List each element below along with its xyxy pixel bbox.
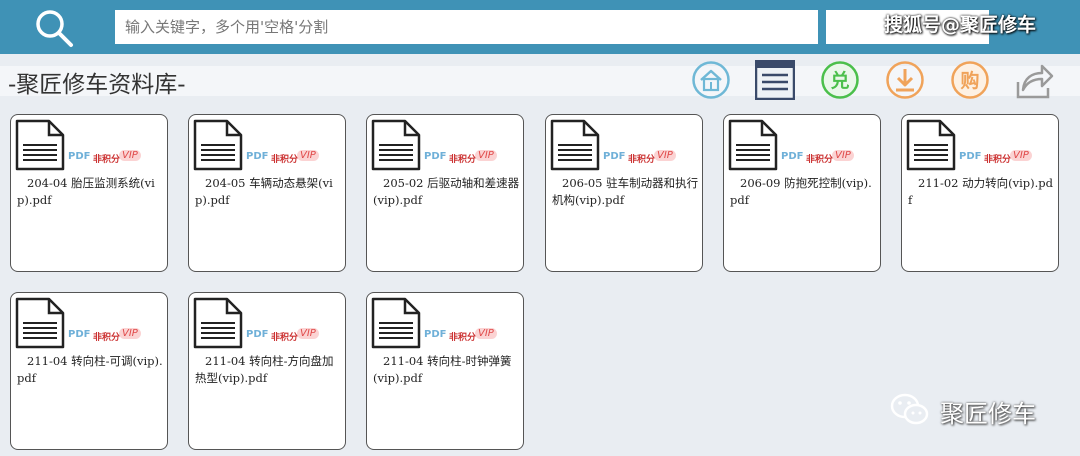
file-name: 211-04 转向柱-方向盘加热型(vip).pdf [195, 354, 334, 385]
no-points-badge: 非积分 [271, 155, 299, 165]
menu-icon[interactable] [755, 60, 795, 100]
pdf-badge: PDF [781, 151, 804, 162]
vip-badge: VIP [832, 150, 854, 161]
file-name: 204-04 胎压监测系统(vip).pdf [17, 176, 155, 207]
file-name: 211-04 转向柱-时钟弹簧(vip).pdf [373, 354, 512, 385]
watermark-bottom: 聚匠修车 [940, 400, 1036, 428]
document-icon [906, 119, 956, 171]
pdf-badge: PDF [68, 151, 91, 162]
pdf-badge: PDF [959, 151, 982, 162]
vip-badge: VIP [475, 150, 497, 161]
watermark-top: 搜狐号@聚匠修车 [884, 14, 1037, 36]
download-icon[interactable] [885, 60, 925, 100]
search-input[interactable] [115, 10, 818, 44]
vip-badge: VIP [297, 328, 319, 339]
file-card[interactable]: PDF 非积分 VIP 206-09 防抱死控制(vip).pdf [723, 114, 881, 272]
no-points-badge: 非积分 [93, 155, 121, 165]
pdf-badge: PDF [603, 151, 626, 162]
file-card[interactable]: PDF 非积分 VIP 211-04 转向柱-方向盘加热型(vip).pdf [188, 292, 346, 450]
buy-label: 购 [960, 69, 979, 92]
home-icon[interactable] [691, 60, 731, 100]
pdf-badge: PDF [246, 329, 269, 340]
vip-badge: VIP [475, 328, 497, 339]
share-icon[interactable] [1014, 60, 1054, 100]
document-icon [728, 119, 778, 171]
file-name: 204-05 车辆动态悬架(vip).pdf [195, 176, 333, 207]
file-card[interactable]: PDF 非积分 VIP 211-04 转向柱-可调(vip).pdf [10, 292, 168, 450]
no-points-badge: 非积分 [449, 155, 477, 165]
document-icon [193, 297, 243, 349]
document-icon [15, 119, 65, 171]
exchange-icon[interactable]: 兑 [820, 60, 860, 100]
pdf-badge: PDF [424, 329, 447, 340]
pdf-badge: PDF [68, 329, 91, 340]
no-points-badge: 非积分 [271, 333, 299, 343]
file-card[interactable]: PDF 非积分 VIP 204-04 胎压监测系统(vip).pdf [10, 114, 168, 272]
file-card[interactable]: PDF 非积分 VIP 206-05 驻车制动器和执行机构(vip).pdf [545, 114, 703, 272]
wechat-icon [890, 393, 929, 425]
document-icon [193, 119, 243, 171]
vip-badge: VIP [297, 150, 319, 161]
document-icon [371, 297, 421, 349]
vip-badge: VIP [119, 328, 141, 339]
file-name: 211-02 动力转向(vip).pdf [908, 176, 1054, 207]
file-card[interactable]: PDF 非积分 VIP 211-02 动力转向(vip).pdf [901, 114, 1059, 272]
document-icon [550, 119, 600, 171]
top-bar: 搜狐号@聚匠修车 [0, 0, 1080, 54]
file-card[interactable]: PDF 非积分 VIP 204-05 车辆动态悬架(vip).pdf [188, 114, 346, 272]
search-icon[interactable] [34, 8, 74, 48]
no-points-badge: 非积分 [806, 155, 834, 165]
pdf-badge: PDF [246, 151, 269, 162]
vip-badge: VIP [119, 150, 141, 161]
file-name: 206-09 防抱死控制(vip).pdf [730, 176, 872, 207]
file-card[interactable]: PDF 非积分 VIP 211-04 转向柱-时钟弹簧(vip).pdf [366, 292, 524, 450]
buy-icon[interactable]: 购 [950, 60, 990, 100]
vip-badge: VIP [654, 150, 676, 161]
exchange-label: 兑 [830, 69, 849, 92]
no-points-badge: 非积分 [93, 333, 121, 343]
file-name: 211-04 转向柱-可调(vip).pdf [17, 354, 163, 385]
page-title: -聚匠修车资料库- [8, 72, 186, 98]
document-icon [371, 119, 421, 171]
document-icon [15, 297, 65, 349]
no-points-badge: 非积分 [449, 333, 477, 343]
vip-badge: VIP [1010, 150, 1032, 161]
no-points-badge: 非积分 [628, 155, 656, 165]
file-name: 205-02 后驱动轴和差速器(vip).pdf [373, 176, 520, 207]
file-card[interactable]: PDF 非积分 VIP 205-02 后驱动轴和差速器(vip).pdf [366, 114, 524, 272]
no-points-badge: 非积分 [984, 155, 1012, 165]
pdf-badge: PDF [424, 151, 447, 162]
file-name: 206-05 驻车制动器和执行机构(vip).pdf [552, 176, 699, 207]
